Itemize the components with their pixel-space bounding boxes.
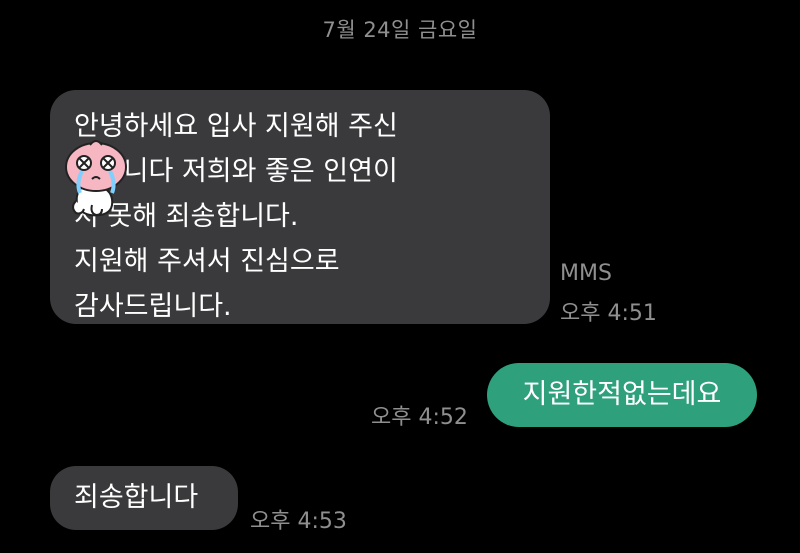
message-bubble-incoming-apology[interactable]: 죄송합니다 — [50, 466, 238, 530]
message-line: 지 못해 죄송합니다. — [74, 201, 299, 232]
message-timestamp: 오후 4:51 — [560, 301, 657, 326]
message-type-label: MMS — [560, 261, 612, 286]
message-line: 감사드립니다. — [74, 291, 232, 322]
crying-peach-sticker-icon — [65, 140, 127, 217]
message-bubble-outgoing[interactable]: 지원한적없는데요 — [487, 363, 757, 427]
message-line: 지원해 주셔서 진심으로 — [74, 246, 340, 277]
message-timestamp: 오후 4:53 — [250, 509, 347, 534]
date-header: 7월 24일 금요일 — [322, 18, 478, 42]
message-timestamp: 오후 4:52 — [371, 405, 468, 430]
message-line: 안녕하세요 입사 지원해 주신 — [74, 111, 398, 142]
message-line: 드입니다 저희와 좋은 인연이 — [74, 156, 398, 187]
